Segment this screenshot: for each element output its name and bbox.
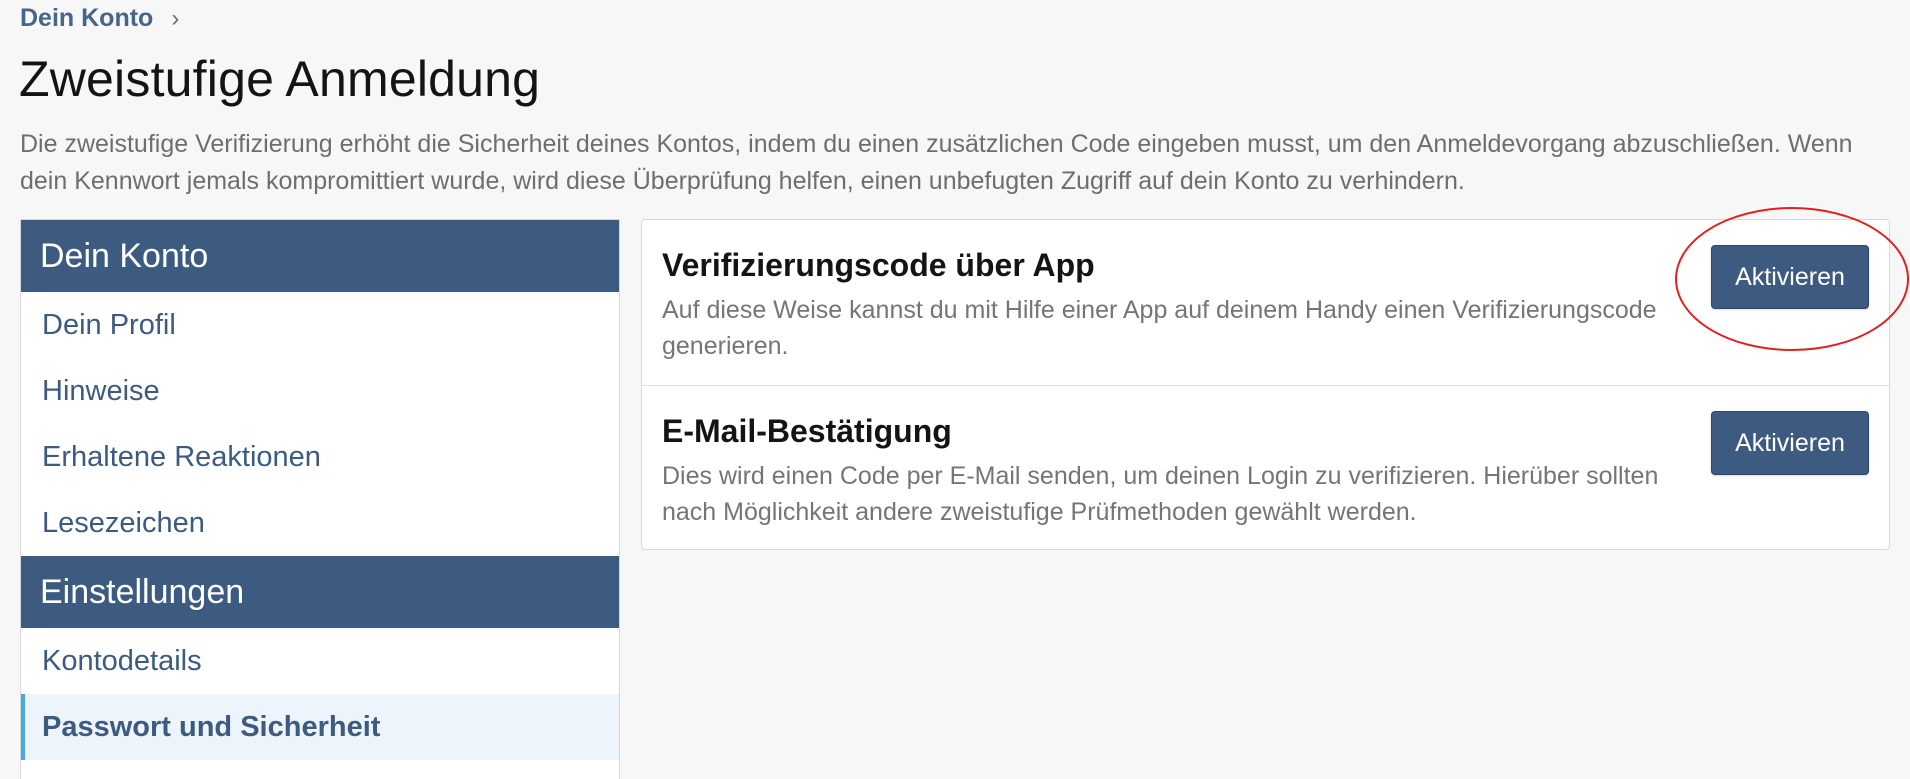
activate-app-code-button[interactable]: Aktivieren [1711, 245, 1869, 309]
activate-email-button[interactable]: Aktivieren [1711, 411, 1869, 475]
breadcrumb-link-dein-konto[interactable]: Dein Konto [20, 4, 153, 33]
sidebar-item-passwort-und-sicherheit[interactable]: Passwort und Sicherheit [21, 694, 619, 760]
sidebar-header-einstellungen: Einstellungen [21, 556, 619, 628]
sidebar: Dein Konto Dein Profil Hinweise Erhalten… [20, 219, 620, 779]
sidebar-header-dein-konto: Dein Konto [21, 220, 619, 292]
option-row-app-code: Verifizierungscode über App Auf diese We… [642, 220, 1889, 385]
two-step-options-panel: Verifizierungscode über App Auf diese We… [641, 219, 1890, 550]
page-description: Die zweistufige Verifizierung erhöht die… [20, 130, 1853, 195]
breadcrumb: Dein Konto › [20, 4, 179, 33]
sidebar-item-erhaltene-reaktionen[interactable]: Erhaltene Reaktionen [21, 424, 619, 490]
sidebar-item-hinweise[interactable]: Hinweise [21, 358, 619, 424]
sidebar-item-dein-profil[interactable]: Dein Profil [21, 292, 619, 358]
option-title: E-Mail-Bestätigung [662, 413, 952, 449]
option-title: Verifizierungscode über App [662, 247, 1095, 283]
option-description: Dies wird einen Code per E-Mail senden, … [662, 462, 1659, 526]
option-row-email: E-Mail-Bestätigung Dies wird einen Code … [642, 385, 1889, 549]
page-title: Zweistufige Anmeldung [19, 51, 541, 107]
sidebar-item-kontodetails[interactable]: Kontodetails [21, 628, 619, 694]
chevron-right-icon: › [171, 4, 180, 32]
option-description: Auf diese Weise kannst du mit Hilfe eine… [662, 296, 1657, 360]
sidebar-item-lesezeichen[interactable]: Lesezeichen [21, 490, 619, 556]
